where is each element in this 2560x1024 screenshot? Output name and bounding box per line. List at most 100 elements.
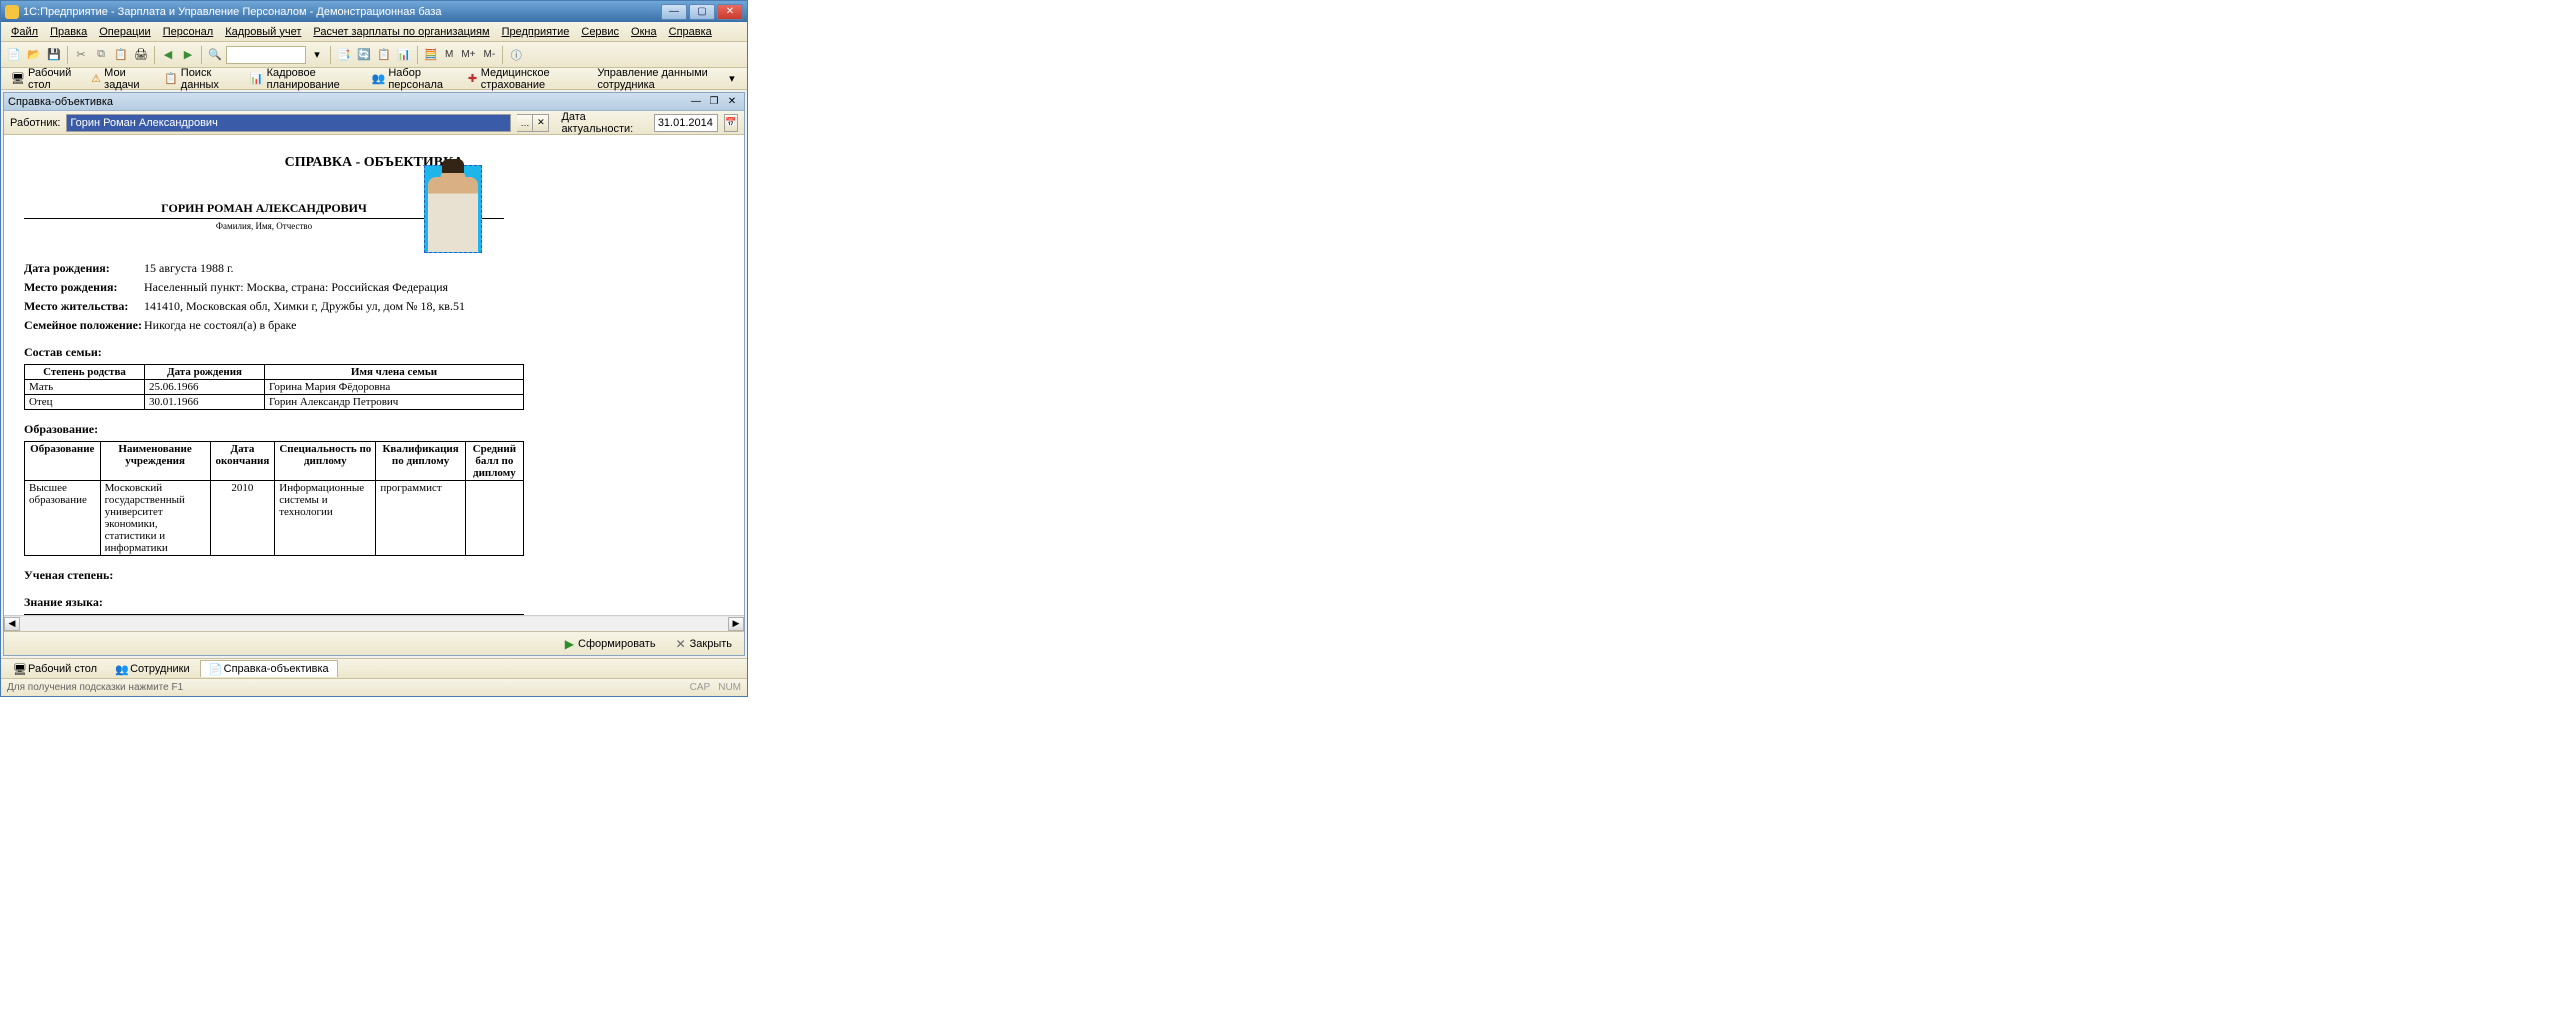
family-title: Состав семьи: [24, 345, 724, 360]
m-minus-button[interactable]: M- [481, 49, 499, 60]
nav-tasks[interactable]: ⚠Мои задачи [85, 65, 154, 93]
maximize-button[interactable]: ▢ [689, 4, 715, 20]
marital-value: Никогда не состоял(а) в браке [144, 318, 724, 333]
nav-insurance[interactable]: ✚ Медицинское страхование [461, 65, 587, 93]
date-field[interactable] [654, 114, 718, 132]
table-row: Мать25.06.1966Горина Мария Фёдоровна [25, 380, 524, 395]
dropdown-icon: ▾ [727, 72, 737, 86]
search-icon[interactable]: 🔍 [206, 46, 224, 64]
nav-recruit[interactable]: 👥Набор персонала [366, 65, 458, 93]
employee-photo [424, 165, 482, 253]
tool-1-icon[interactable]: 📑 [335, 46, 353, 64]
employees-icon: 👥 [115, 663, 127, 675]
status-num: NUM [718, 682, 741, 693]
back-icon[interactable]: ◀ [159, 46, 177, 64]
worker-select-button[interactable]: … [517, 114, 533, 132]
nav-label: Рабочий стол [28, 67, 75, 91]
tab-desktop[interactable]: 🖥Рабочий стол [5, 661, 105, 677]
search-go-icon[interactable]: ▾ [308, 46, 326, 64]
print-icon[interactable]: 🖨 [132, 46, 150, 64]
nav-search[interactable]: 📋Поиск данных [158, 65, 236, 93]
titlebar: 1С:Предприятие - Зарплата и Управление П… [1, 1, 747, 22]
marital-label: Семейное положение: [24, 318, 144, 333]
residence-label: Место жительства: [24, 299, 144, 314]
search-input[interactable] [226, 46, 306, 64]
param-bar: Работник: Горин Роман Александрович … ✕ … [4, 111, 744, 135]
close-report-button[interactable]: ✕Закрыть [670, 635, 738, 653]
tool-2-icon[interactable]: 🔄 [355, 46, 373, 64]
tab-report[interactable]: 📄Справка-объективка [200, 660, 338, 677]
scroll-right-icon[interactable]: ▶ [728, 617, 744, 631]
tasks-icon: ⚠ [91, 72, 101, 86]
tab-employees[interactable]: 👥Сотрудники [107, 661, 198, 677]
forward-icon[interactable]: ▶ [179, 46, 197, 64]
navbar: 🖥Рабочий стол ⚠Мои задачи 📋Поиск данных … [1, 68, 747, 90]
desktop-icon: 🖥 [11, 72, 25, 86]
tool-3-icon[interactable]: 📋 [375, 46, 393, 64]
education-table: ОбразованиеНаименование учрежденияДата о… [24, 441, 524, 556]
status-bar: Для получения подсказки нажмите F1 CAP N… [1, 678, 747, 696]
nav-desktop[interactable]: 🖥Рабочий стол [5, 65, 81, 93]
nav-label: Медицинское страхование [481, 67, 582, 91]
status-cap: CAP [690, 682, 711, 693]
open-icon[interactable]: 📂 [25, 46, 43, 64]
desktop-icon: 🖥 [13, 663, 25, 675]
paste-icon[interactable]: 📋 [112, 46, 130, 64]
document: СПРАВКА - ОБЪЕКТИВКА ГОРИН РОМАН АЛЕКСАН… [4, 135, 744, 615]
sub-title: Справка-объективка [8, 96, 686, 108]
menu-file[interactable]: Файл [5, 24, 44, 40]
menu-windows[interactable]: Окна [625, 24, 663, 40]
birth-place-label: Место рождения: [24, 280, 144, 295]
play-icon: ▶ [565, 637, 574, 651]
worker-clear-button[interactable]: ✕ [533, 114, 549, 132]
planning-icon: 📊 [250, 72, 264, 86]
scroll-track[interactable] [20, 617, 728, 631]
language-table: ЯзыкСтепень знания АнглийскийЧитает и мо… [24, 614, 524, 615]
tool-4-icon[interactable]: 📊 [395, 46, 413, 64]
nav-planning[interactable]: 📊Кадровое планирование [244, 65, 362, 93]
save-icon[interactable]: 💾 [45, 46, 63, 64]
insurance-icon: ✚ [467, 72, 477, 86]
close-button[interactable]: ✕ [717, 4, 743, 20]
nav-employee-data[interactable]: Управление данными сотрудника▾ [591, 65, 743, 93]
menu-enterprise[interactable]: Предприятие [496, 24, 576, 40]
worker-field[interactable]: Горин Роман Александрович [66, 114, 511, 132]
language-title: Знание языка: [24, 595, 724, 610]
recruit-icon: 👥 [372, 72, 386, 86]
residence-value: 141410, Московская обл, Химки г, Дружбы … [144, 299, 724, 314]
menu-hr[interactable]: Кадровый учет [219, 24, 307, 40]
date-picker-button[interactable]: 📅 [724, 114, 738, 132]
menu-personnel[interactable]: Персонал [157, 24, 220, 40]
new-icon[interactable]: 📄 [5, 46, 23, 64]
menubar: Файл Правка Операции Персонал Кадровый у… [1, 22, 747, 42]
document-icon: 📄 [209, 663, 221, 675]
app-logo-icon [5, 5, 19, 19]
minimize-button[interactable]: — [661, 4, 687, 20]
nav-label: Поиск данных [181, 67, 230, 91]
cut-icon[interactable]: ✂ [72, 46, 90, 64]
document-area[interactable]: СПРАВКА - ОБЪЕКТИВКА ГОРИН РОМАН АЛЕКСАН… [4, 135, 744, 615]
menu-operations[interactable]: Операции [93, 24, 156, 40]
family-table: Степень родстваДата рожденияИмя члена се… [24, 364, 524, 410]
menu-help[interactable]: Справка [663, 24, 718, 40]
sub-close-icon[interactable]: ✕ [724, 95, 740, 109]
sub-minimize-icon[interactable]: — [688, 95, 704, 109]
menu-service[interactable]: Сервис [575, 24, 625, 40]
scroll-left-icon[interactable]: ◀ [4, 617, 20, 631]
m-plus-button[interactable]: M+ [458, 49, 478, 60]
bottom-tabs: 🖥Рабочий стол 👥Сотрудники 📄Справка-объек… [1, 658, 747, 678]
horizontal-scrollbar[interactable]: ◀ ▶ [4, 615, 744, 631]
sub-restore-icon[interactable]: ❐ [706, 95, 722, 109]
help-icon[interactable]: ⓘ [507, 46, 525, 64]
doc-title: СПРАВКА - ОБЪЕКТИВКА [24, 155, 724, 171]
copy-icon[interactable]: ⧉ [92, 46, 110, 64]
generate-button[interactable]: ▶Сформировать [559, 635, 662, 653]
m-button[interactable]: M [442, 49, 456, 60]
table-row: Отец30.01.1966Горин Александр Петрович [25, 395, 524, 410]
calc-icon[interactable]: 🧮 [422, 46, 440, 64]
menu-edit[interactable]: Правка [44, 24, 93, 40]
menu-payroll[interactable]: Расчет зарплаты по организациям [307, 24, 495, 40]
nav-label: Мои задачи [104, 67, 148, 91]
birth-place-value: Населенный пункт: Москва, страна: Россий… [144, 280, 724, 295]
education-title: Образование: [24, 422, 724, 437]
